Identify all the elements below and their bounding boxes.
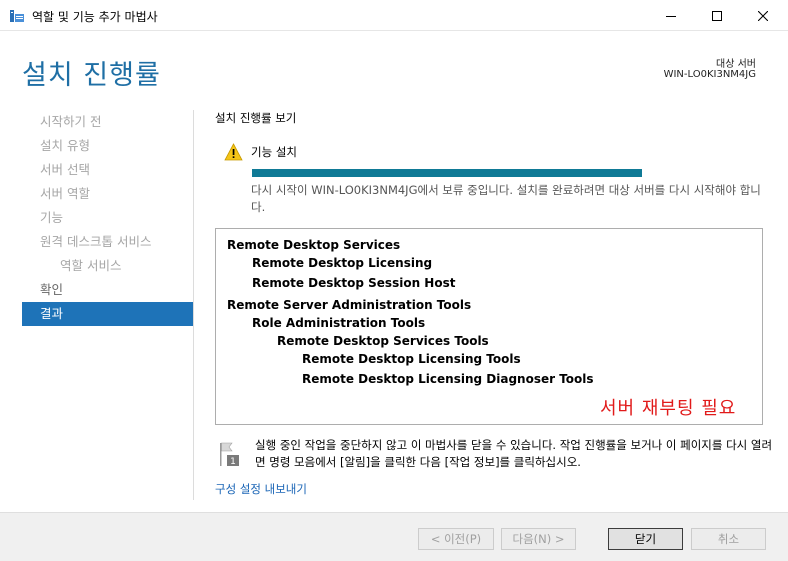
maximize-icon bbox=[712, 10, 722, 21]
feature-item: Remote Desktop Licensing bbox=[252, 256, 433, 270]
nav-item-server-roles: 서버 역할 bbox=[40, 186, 90, 201]
nav-item-remote-desktop-services: 원격 데스크톱 서비스 bbox=[40, 234, 152, 249]
nav-divider bbox=[193, 110, 194, 500]
reboot-required-note: 서버 재부팅 필요 bbox=[600, 398, 737, 419]
nav-item-server-selection: 서버 선택 bbox=[40, 162, 90, 177]
feature-item: Role Administration Tools bbox=[252, 316, 426, 330]
restart-pending-message: 다시 시작이 WIN-LO0KI3NM4JG에서 보류 중입니다. 설치를 완료… bbox=[251, 183, 761, 214]
section-title: 설치 진행률 보기 bbox=[215, 111, 297, 125]
cancel-button[interactable]: 취소 bbox=[691, 528, 766, 550]
task-label: 기능 설치 bbox=[251, 145, 297, 159]
nav-item-results[interactable]: 결과 bbox=[22, 302, 193, 326]
previous-button[interactable]: < 이전(P) bbox=[418, 528, 494, 550]
close-window-button[interactable] bbox=[740, 0, 786, 31]
flag-badge-count: 1 bbox=[230, 457, 236, 467]
notification-flag-icon: 1 bbox=[219, 440, 241, 468]
minimize-button[interactable] bbox=[648, 0, 694, 31]
feature-item: Remote Desktop Services Tools bbox=[277, 334, 489, 348]
info-message: 실행 중인 작업을 중단하지 않고 이 마법사를 닫을 수 있습니다. 작업 진… bbox=[255, 438, 773, 469]
nav-item-before-you-begin: 시작하기 전 bbox=[40, 114, 102, 129]
wizard-header: 설치 진행률 대상 서버 WIN-LO0KI3NM4JG bbox=[0, 31, 788, 105]
nav-item-confirmation[interactable]: 확인 bbox=[22, 278, 193, 302]
nav-item-features: 기능 bbox=[40, 210, 64, 225]
nav-item-installation-type: 설치 유형 bbox=[40, 138, 90, 153]
feature-item: Remote Desktop Services bbox=[227, 238, 401, 252]
wizard-footer: < 이전(P) 다음(N) > 닫기 취소 bbox=[0, 512, 788, 561]
feature-item: Remote Desktop Licensing Diagnoser Tools bbox=[302, 372, 594, 386]
destination-server-name: WIN-LO0KI3NM4JG bbox=[663, 69, 756, 80]
close-icon bbox=[758, 10, 768, 21]
warning-icon bbox=[224, 143, 243, 161]
maximize-button[interactable] bbox=[694, 0, 740, 31]
title-bar: 역할 및 기능 추가 마법사 bbox=[0, 0, 788, 31]
feature-item: Remote Desktop Session Host bbox=[252, 276, 456, 290]
nav-item-role-services: 역할 서비스 bbox=[60, 258, 122, 273]
next-button[interactable]: 다음(N) > bbox=[501, 528, 576, 550]
server-manager-icon bbox=[9, 8, 25, 24]
close-button[interactable]: 닫기 bbox=[608, 528, 683, 550]
wizard-nav: 시작하기 전 설치 유형 서버 선택 서버 역할 기능 원격 데스크톱 서비스 … bbox=[22, 110, 193, 326]
progress-bar-fill bbox=[252, 169, 642, 177]
export-configuration-link[interactable]: 구성 설정 내보내기 bbox=[215, 481, 307, 497]
installed-features-list: Remote Desktop Services Remote Desktop L… bbox=[215, 228, 763, 425]
feature-item: Remote Desktop Licensing Tools bbox=[302, 352, 521, 366]
page-title: 설치 진행률 bbox=[22, 60, 161, 91]
feature-item: Remote Server Administration Tools bbox=[227, 298, 472, 312]
minimize-icon bbox=[666, 15, 676, 17]
window-title: 역할 및 기능 추가 마법사 bbox=[32, 10, 158, 24]
destination-server-label: 대상 서버 bbox=[716, 59, 756, 70]
progress-bar bbox=[252, 169, 642, 177]
